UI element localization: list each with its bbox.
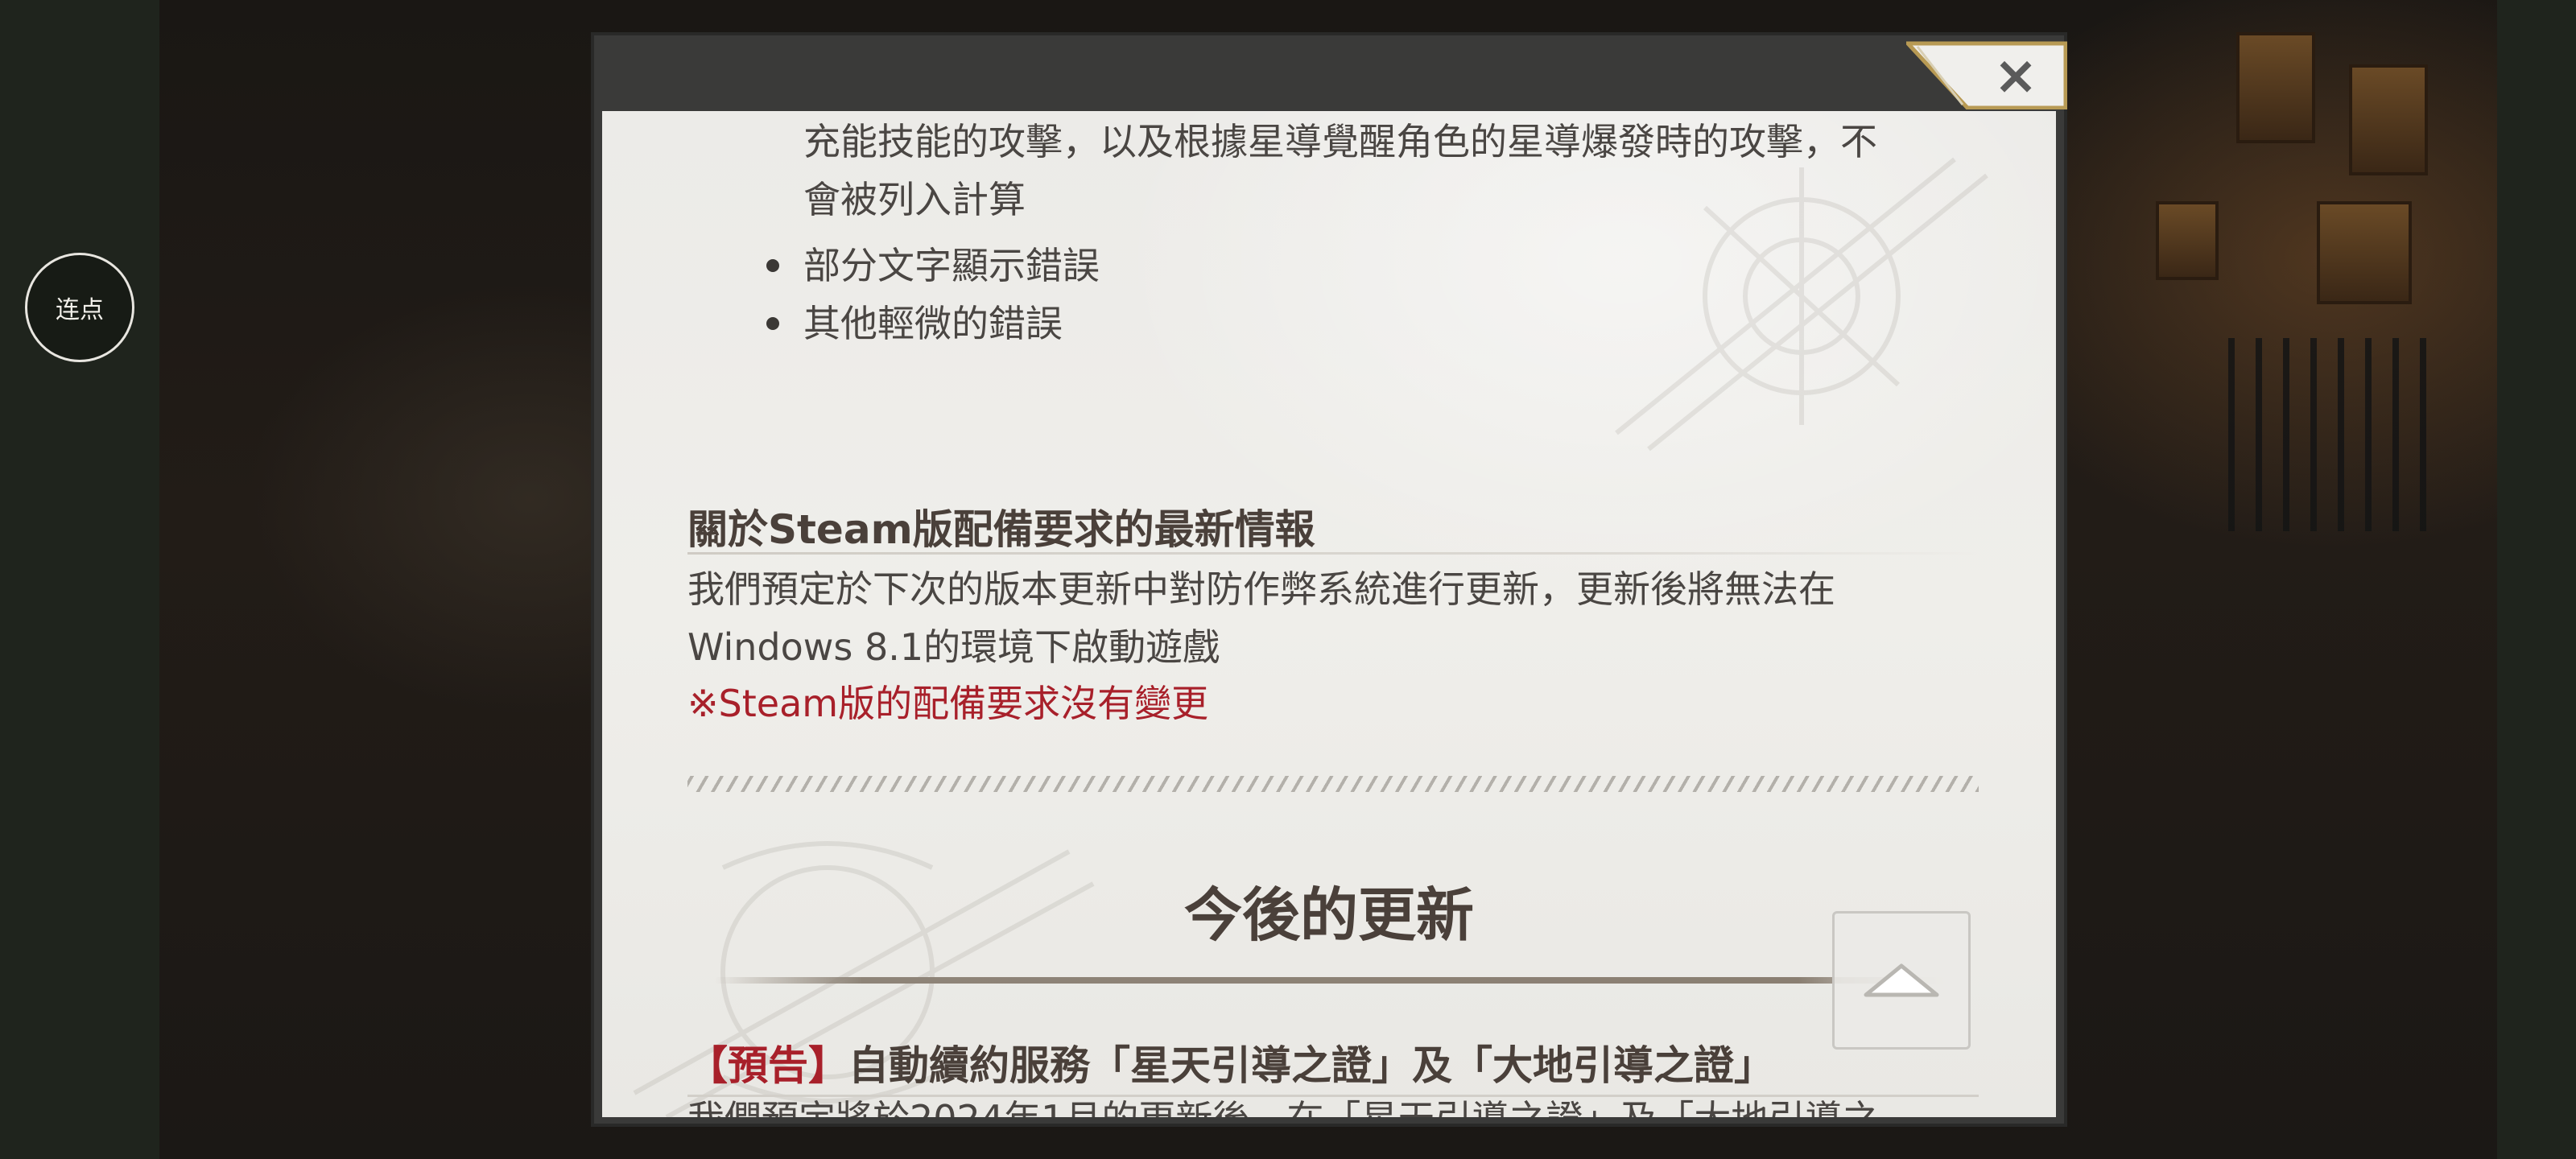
autotap-label: 连点 xyxy=(56,296,104,324)
background-fence xyxy=(2228,338,2438,531)
bullet-item: 部分文字顯示錯誤 xyxy=(803,244,1100,287)
background-window xyxy=(2349,64,2428,175)
decorative-crest xyxy=(1615,157,1988,452)
bullet-marker xyxy=(766,317,779,330)
right-letterbox xyxy=(2497,0,2576,1159)
notice-heading-text: 自動續約服務「星天引導之證」及「大地引導之證」 xyxy=(848,1042,1774,1089)
steam-section-text: 我們預定於下次的版本更新中對防作弊系統進行更新，更新後將無法在 xyxy=(687,567,1835,611)
bullet-marker xyxy=(766,259,779,272)
bullet-continuation-line: 充能技能的攻擊，以及根據星導覺醒角色的星導爆發時的攻擊，不 xyxy=(803,120,1877,163)
background-window xyxy=(2156,201,2219,280)
close-icon: × xyxy=(1993,43,2038,106)
background-window xyxy=(2317,201,2412,304)
scroll-to-top-button[interactable] xyxy=(1832,911,1971,1050)
notice-heading: 【預告】自動續約服務「星天引導之證」及「大地引導之證」 xyxy=(687,1033,1774,1091)
left-letterbox xyxy=(0,0,159,1159)
section-divider xyxy=(687,776,1979,792)
background-window xyxy=(2236,32,2315,143)
steam-section-text: Windows 8.1的環境下啟動遊戲 xyxy=(687,625,1220,669)
chevron-up-icon xyxy=(1864,963,1939,997)
bullet-item: 其他輕微的錯誤 xyxy=(803,302,1063,345)
title-rule xyxy=(715,977,1946,984)
bullet-continuation-line: 會被列入計算 xyxy=(803,178,1026,221)
heading-underline xyxy=(687,552,1979,555)
steam-section-note: ※Steam版的配備要求沒有變更 xyxy=(687,682,1209,725)
autotap-button[interactable]: 连点 xyxy=(25,253,134,362)
game-screen: 连点 充能技能的攻擊，以及根據星導覺醒角色的星導爆發時的攻擊，不 會被列入計算 … xyxy=(0,0,2576,1159)
notice-body-text: 我們預定將於2024年1月的更新後，在「星天引導之證」及「大地引導之 xyxy=(687,1090,1879,1117)
notice-tag: 【預告】 xyxy=(687,1042,848,1089)
close-button[interactable]: × xyxy=(1906,40,2067,109)
steam-section-heading: 關於Steam版配備要求的最新情報 xyxy=(687,506,1315,553)
